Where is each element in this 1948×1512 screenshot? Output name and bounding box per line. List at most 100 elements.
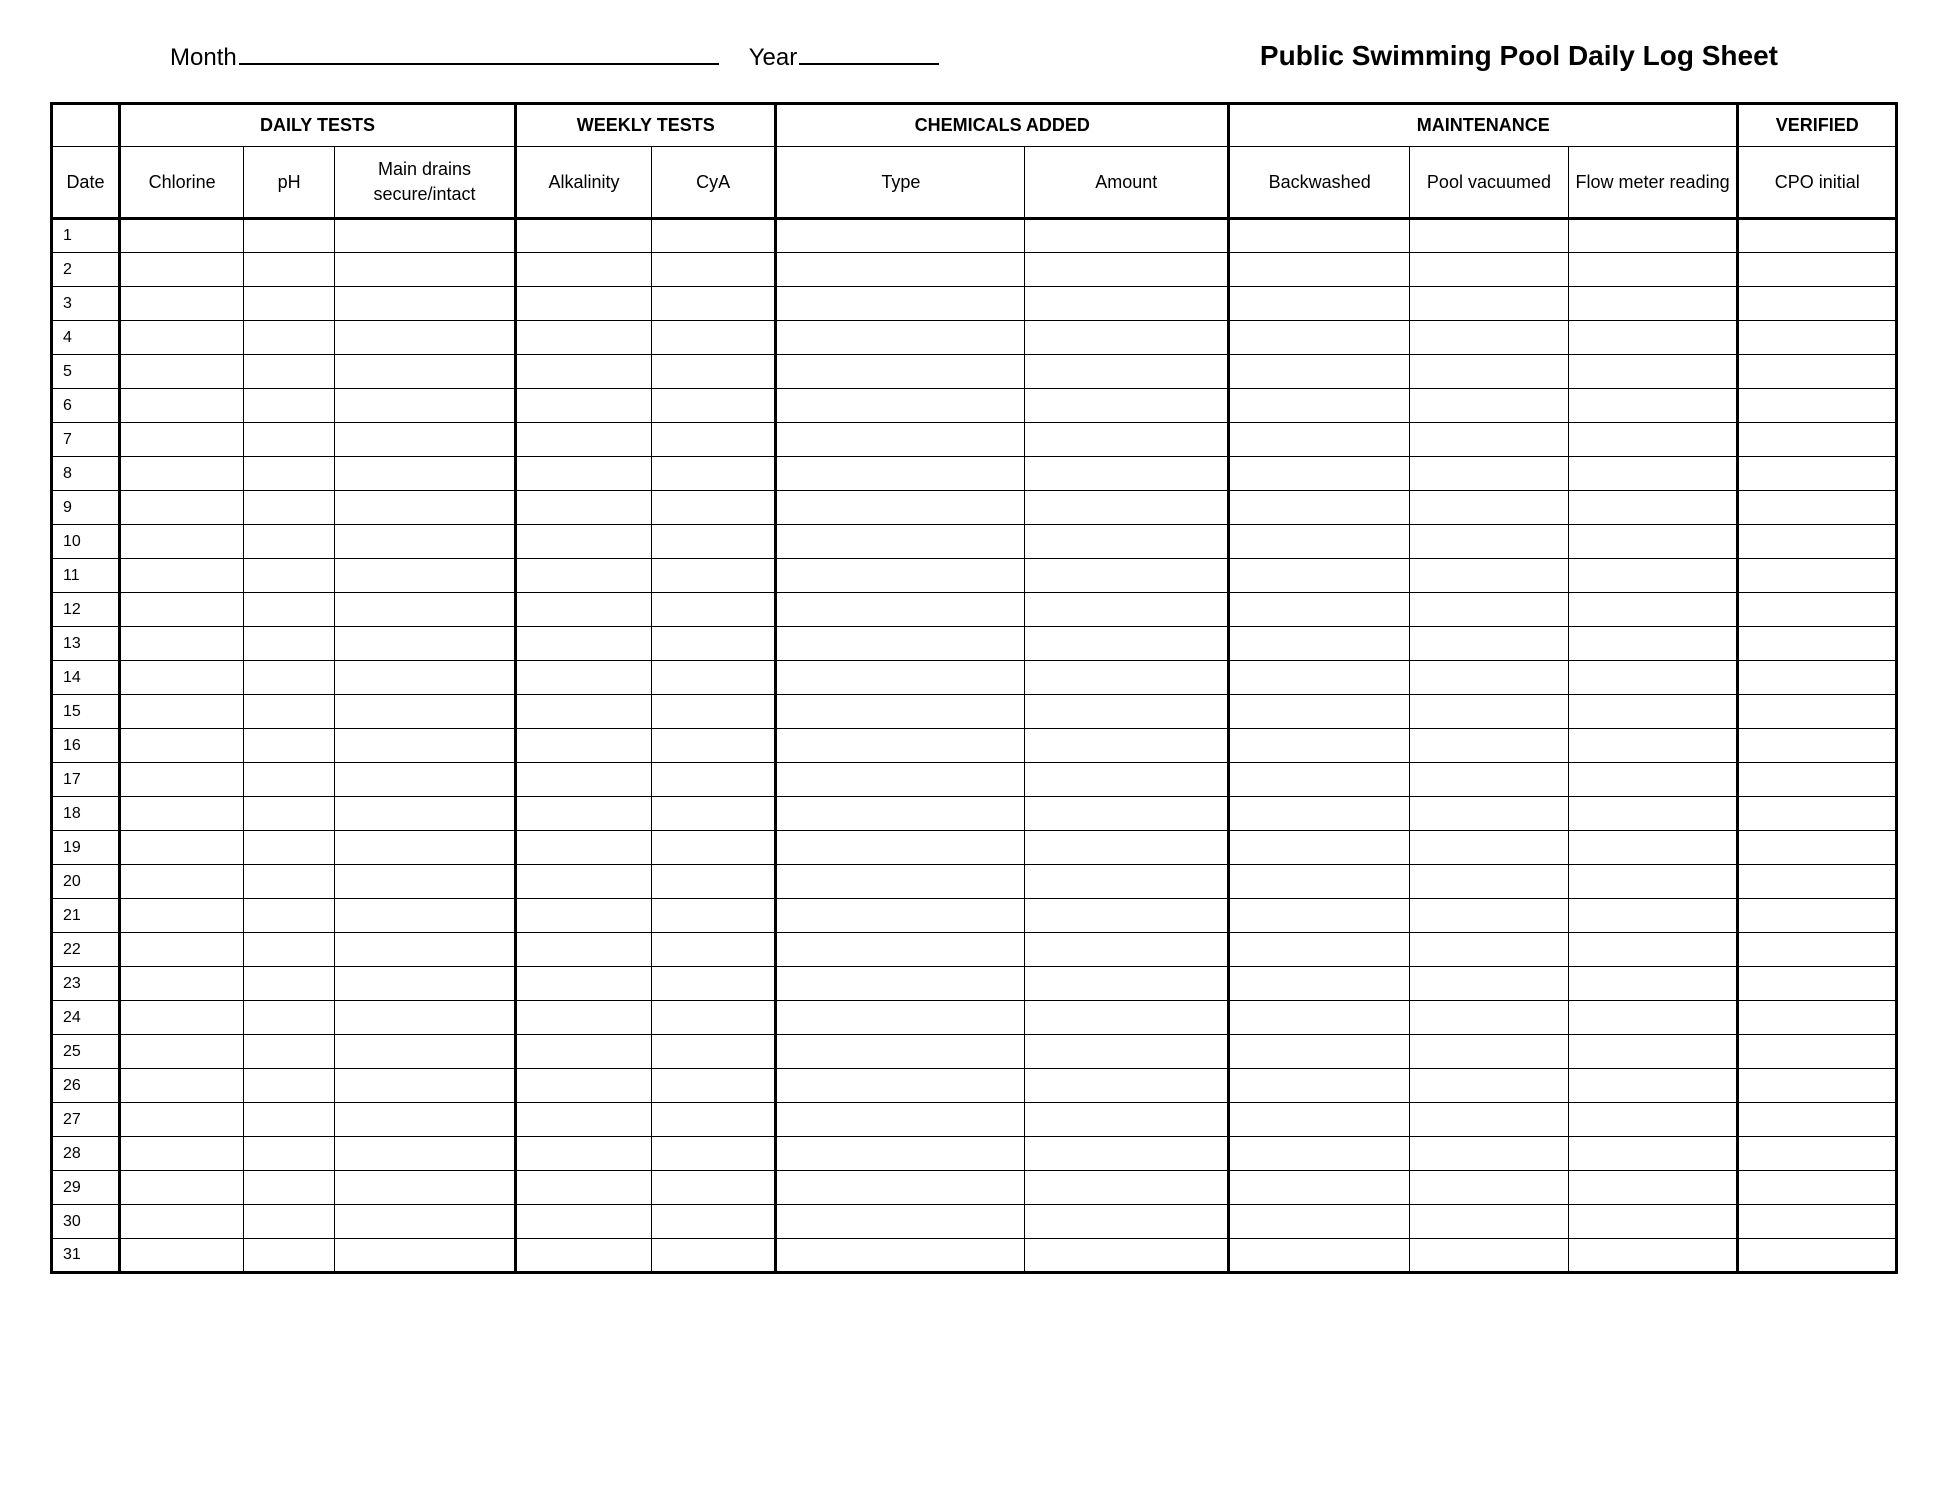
cell-type[interactable] (776, 1001, 1025, 1035)
cell-vacuumed[interactable] (1410, 797, 1568, 831)
cell-ph[interactable] (244, 831, 335, 865)
cell-vacuumed[interactable] (1410, 525, 1568, 559)
cell-flow[interactable] (1568, 695, 1738, 729)
cell-flow[interactable] (1568, 661, 1738, 695)
cell-chlorine[interactable] (119, 933, 244, 967)
cell-flow[interactable] (1568, 899, 1738, 933)
cell-flow[interactable] (1568, 797, 1738, 831)
cell-drains[interactable] (334, 1069, 515, 1103)
cell-flow[interactable] (1568, 1103, 1738, 1137)
cell-ph[interactable] (244, 457, 335, 491)
cell-alkalinity[interactable] (516, 321, 652, 355)
cell-flow[interactable] (1568, 389, 1738, 423)
cell-cpo[interactable] (1738, 1137, 1897, 1171)
cell-backwashed[interactable] (1229, 321, 1410, 355)
cell-drains[interactable] (334, 763, 515, 797)
cell-amount[interactable] (1025, 389, 1229, 423)
cell-flow[interactable] (1568, 219, 1738, 253)
cell-cpo[interactable] (1738, 457, 1897, 491)
cell-type[interactable] (776, 1239, 1025, 1273)
cell-cya[interactable] (651, 287, 776, 321)
cell-alkalinity[interactable] (516, 865, 652, 899)
cell-backwashed[interactable] (1229, 1103, 1410, 1137)
cell-chlorine[interactable] (119, 1103, 244, 1137)
cell-chlorine[interactable] (119, 797, 244, 831)
cell-cpo[interactable] (1738, 559, 1897, 593)
cell-backwashed[interactable] (1229, 355, 1410, 389)
cell-drains[interactable] (334, 321, 515, 355)
cell-amount[interactable] (1025, 1205, 1229, 1239)
cell-type[interactable] (776, 1137, 1025, 1171)
cell-cya[interactable] (651, 1001, 776, 1035)
cell-amount[interactable] (1025, 1239, 1229, 1273)
cell-chlorine[interactable] (119, 287, 244, 321)
cell-type[interactable] (776, 695, 1025, 729)
cell-drains[interactable] (334, 933, 515, 967)
cell-cpo[interactable] (1738, 491, 1897, 525)
cell-chlorine[interactable] (119, 1239, 244, 1273)
cell-backwashed[interactable] (1229, 593, 1410, 627)
cell-cpo[interactable] (1738, 1069, 1897, 1103)
cell-ph[interactable] (244, 1205, 335, 1239)
cell-type[interactable] (776, 491, 1025, 525)
cell-alkalinity[interactable] (516, 287, 652, 321)
cell-drains[interactable] (334, 253, 515, 287)
cell-type[interactable] (776, 933, 1025, 967)
cell-drains[interactable] (334, 1001, 515, 1035)
cell-flow[interactable] (1568, 1001, 1738, 1035)
cell-chlorine[interactable] (119, 389, 244, 423)
cell-vacuumed[interactable] (1410, 219, 1568, 253)
cell-ph[interactable] (244, 219, 335, 253)
cell-drains[interactable] (334, 355, 515, 389)
cell-flow[interactable] (1568, 355, 1738, 389)
cell-cya[interactable] (651, 1205, 776, 1239)
cell-flow[interactable] (1568, 967, 1738, 1001)
cell-drains[interactable] (334, 661, 515, 695)
cell-ph[interactable] (244, 525, 335, 559)
cell-cya[interactable] (651, 389, 776, 423)
cell-type[interactable] (776, 593, 1025, 627)
cell-vacuumed[interactable] (1410, 423, 1568, 457)
cell-alkalinity[interactable] (516, 729, 652, 763)
cell-amount[interactable] (1025, 899, 1229, 933)
cell-amount[interactable] (1025, 491, 1229, 525)
cell-cpo[interactable] (1738, 627, 1897, 661)
cell-amount[interactable] (1025, 695, 1229, 729)
cell-amount[interactable] (1025, 1035, 1229, 1069)
cell-ph[interactable] (244, 933, 335, 967)
cell-alkalinity[interactable] (516, 797, 652, 831)
cell-alkalinity[interactable] (516, 899, 652, 933)
cell-vacuumed[interactable] (1410, 457, 1568, 491)
cell-ph[interactable] (244, 389, 335, 423)
cell-backwashed[interactable] (1229, 457, 1410, 491)
cell-cya[interactable] (651, 559, 776, 593)
cell-type[interactable] (776, 457, 1025, 491)
cell-chlorine[interactable] (119, 899, 244, 933)
cell-amount[interactable] (1025, 797, 1229, 831)
cell-vacuumed[interactable] (1410, 1205, 1568, 1239)
cell-drains[interactable] (334, 1137, 515, 1171)
cell-drains[interactable] (334, 1171, 515, 1205)
cell-type[interactable] (776, 899, 1025, 933)
cell-type[interactable] (776, 1171, 1025, 1205)
cell-cpo[interactable] (1738, 831, 1897, 865)
cell-chlorine[interactable] (119, 1069, 244, 1103)
cell-alkalinity[interactable] (516, 457, 652, 491)
cell-amount[interactable] (1025, 627, 1229, 661)
cell-chlorine[interactable] (119, 491, 244, 525)
cell-vacuumed[interactable] (1410, 763, 1568, 797)
cell-backwashed[interactable] (1229, 967, 1410, 1001)
cell-cya[interactable] (651, 491, 776, 525)
cell-alkalinity[interactable] (516, 1103, 652, 1137)
cell-vacuumed[interactable] (1410, 355, 1568, 389)
cell-flow[interactable] (1568, 491, 1738, 525)
cell-backwashed[interactable] (1229, 559, 1410, 593)
cell-ph[interactable] (244, 865, 335, 899)
cell-vacuumed[interactable] (1410, 967, 1568, 1001)
cell-vacuumed[interactable] (1410, 287, 1568, 321)
cell-type[interactable] (776, 1035, 1025, 1069)
cell-chlorine[interactable] (119, 457, 244, 491)
cell-amount[interactable] (1025, 967, 1229, 1001)
cell-flow[interactable] (1568, 627, 1738, 661)
cell-alkalinity[interactable] (516, 1001, 652, 1035)
